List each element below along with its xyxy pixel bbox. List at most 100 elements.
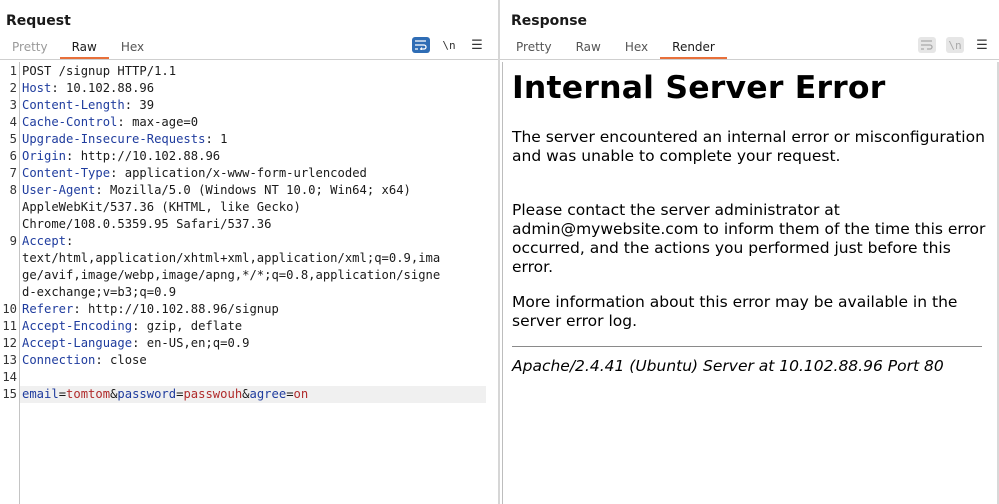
header-value: : http://10.102.88.96 bbox=[66, 149, 221, 163]
line-code: text/html,application/xhtml+xml,applicat… bbox=[22, 251, 441, 265]
request-line: 8 User-Agent: Mozilla/5.0 (Windows NT 10.… bbox=[0, 183, 498, 197]
header-value: : en-US,en;q=0.9 bbox=[132, 336, 250, 350]
header-value: : http://10.102.88.96/signup bbox=[73, 302, 279, 316]
response-tab-separator bbox=[500, 59, 999, 60]
line-code: Content-Length: 39 bbox=[19, 98, 154, 112]
response-menu-button[interactable]: ☰ bbox=[973, 37, 991, 53]
line-code: Connection: close bbox=[19, 353, 147, 367]
line-number: 1 bbox=[9, 64, 17, 78]
request-line: text/html,application/xhtml+xml,applicat… bbox=[0, 251, 498, 265]
header-name: User-Agent bbox=[22, 183, 96, 197]
header-name: Cache-Control bbox=[22, 115, 118, 129]
header-value: : application/x-www-form-urlencoded bbox=[110, 166, 367, 180]
request-tab-separator bbox=[0, 59, 498, 60]
request-line: 10 Referer: http://10.102.88.96/signup bbox=[0, 302, 498, 316]
response-tab-hex[interactable]: Hex bbox=[613, 39, 660, 59]
line-number bbox=[0, 200, 19, 214]
line-number: 6 bbox=[9, 149, 17, 163]
header-name: Host bbox=[22, 81, 52, 95]
request-line: 2 Host: 10.102.88.96 bbox=[0, 81, 498, 95]
request-body-line: 15 email=tomtom&password=passwouh&agree=… bbox=[0, 387, 498, 401]
header-value: : close bbox=[95, 353, 147, 367]
header-name: Connection bbox=[22, 353, 96, 367]
response-tab-raw[interactable]: Raw bbox=[564, 39, 613, 59]
request-line: d-exchange;v=b3;q=0.9 bbox=[0, 285, 498, 299]
request-line: 13 Connection: close bbox=[0, 353, 498, 367]
server-signature: Apache/2.4.41 (Ubuntu) Server at 10.102.… bbox=[512, 357, 944, 375]
header-value: : bbox=[66, 234, 74, 248]
line-code: Chrome/108.0.5359.95 Safari/537.36 bbox=[22, 217, 272, 231]
request-line: 6 Origin: http://10.102.88.96 bbox=[0, 149, 498, 163]
word-wrap-icon bbox=[415, 40, 427, 50]
line-code: Host: 10.102.88.96 bbox=[19, 81, 154, 95]
request-line: 4 Cache-Control: max-age=0 bbox=[0, 115, 498, 129]
newline-icon: \n bbox=[442, 38, 456, 52]
rendered-response: Internal Server Error The server encount… bbox=[502, 62, 999, 504]
request-tab-raw[interactable]: Raw bbox=[59, 39, 110, 59]
line-number: 13 bbox=[2, 353, 17, 367]
error-heading: Internal Server Error bbox=[512, 70, 886, 106]
request-line: 14 bbox=[0, 370, 498, 384]
request-line: 12 Accept-Language: en-US,en;q=0.9 bbox=[0, 336, 498, 350]
header-name: Referer bbox=[22, 302, 74, 316]
response-tabs: Pretty Raw Hex Render bbox=[504, 39, 727, 59]
header-name: Upgrade-Insecure-Requests bbox=[22, 132, 206, 146]
param-value-agree: on bbox=[293, 387, 309, 401]
line-number: 10 bbox=[2, 302, 17, 316]
line-code: Accept-Encoding: gzip, deflate bbox=[19, 319, 242, 333]
header-value: : 10.102.88.96 bbox=[51, 81, 155, 95]
response-title: Response bbox=[511, 13, 588, 29]
request-tab-hex[interactable]: Hex bbox=[109, 39, 156, 59]
line-code: User-Agent: Mozilla/5.0 (Windows NT 10.0… bbox=[19, 183, 411, 197]
param-value-password: passwouh bbox=[183, 387, 243, 401]
response-newline-button[interactable]: \n bbox=[946, 37, 964, 53]
equals-sign: = bbox=[286, 387, 294, 401]
header-name: Accept-Language bbox=[22, 336, 133, 350]
header-name: Content-Length bbox=[22, 98, 125, 112]
param-value-email: tomtom bbox=[66, 387, 111, 401]
response-pane: Response Pretty Raw Hex Render \n ☰ Inte… bbox=[500, 0, 999, 504]
line-code: Content-Type: application/x-www-form-url… bbox=[19, 166, 367, 180]
header-name: Accept bbox=[22, 234, 67, 248]
line-number: 12 bbox=[2, 336, 17, 350]
line-number: 11 bbox=[2, 319, 17, 333]
request-line: ge/avif,image/webp,image/apng,*/*;q=0.8,… bbox=[0, 268, 498, 282]
line-number bbox=[0, 268, 19, 282]
response-tab-pretty[interactable]: Pretty bbox=[504, 39, 564, 59]
menu-icon: ☰ bbox=[471, 37, 483, 53]
line-number: 9 bbox=[9, 234, 17, 248]
request-menu-button[interactable]: ☰ bbox=[468, 37, 486, 53]
error-paragraph-3: More information about this error may be… bbox=[512, 293, 958, 330]
request-editor[interactable]: 1 POST /signup HTTP/1.1 2 Host: 10.102.88.9… bbox=[0, 62, 498, 504]
line-number: 7 bbox=[9, 166, 17, 180]
request-line: 9 Accept: bbox=[0, 234, 498, 248]
response-word-wrap-button[interactable] bbox=[918, 37, 936, 53]
request-line: AppleWebKit/537.36 (KHTML, like Gecko) bbox=[0, 200, 498, 214]
request-line: Chrome/108.0.5359.95 Safari/537.36 bbox=[0, 217, 498, 231]
line-code: Accept: bbox=[19, 234, 73, 248]
header-value: : Mozilla/5.0 (Windows NT 10.0; Win64; x… bbox=[95, 183, 411, 197]
response-tab-render[interactable]: Render bbox=[660, 39, 727, 59]
request-line: 11 Accept-Encoding: gzip, deflate bbox=[0, 319, 498, 333]
request-newline-button[interactable]: \n bbox=[440, 37, 458, 53]
line-number: 4 bbox=[9, 115, 17, 129]
param-name-agree: agree bbox=[249, 387, 287, 401]
menu-icon: ☰ bbox=[976, 37, 988, 53]
line-number: 2 bbox=[9, 81, 17, 95]
request-word-wrap-button[interactable] bbox=[412, 37, 430, 53]
request-pane: Request Pretty Raw Hex \n ☰ 1 POST /signu… bbox=[0, 0, 498, 504]
request-line: 7 Content-Type: application/x-www-form-ur… bbox=[0, 166, 498, 180]
line-code: Origin: http://10.102.88.96 bbox=[19, 149, 220, 163]
ampersand: & bbox=[242, 387, 250, 401]
error-paragraph-1: The server encountered an internal error… bbox=[512, 128, 985, 165]
newline-icon: \n bbox=[948, 38, 962, 52]
line-code: Accept-Language: en-US,en;q=0.9 bbox=[19, 336, 249, 350]
error-paragraph-2: Please contact the server administrator … bbox=[512, 201, 986, 276]
header-value: : 1 bbox=[205, 132, 228, 146]
param-name-password: password bbox=[117, 387, 177, 401]
request-tabs: Pretty Raw Hex bbox=[0, 39, 156, 59]
line-number: 5 bbox=[9, 132, 17, 146]
request-line: 1 POST /signup HTTP/1.1 bbox=[0, 64, 498, 78]
request-tab-pretty[interactable]: Pretty bbox=[0, 39, 60, 59]
